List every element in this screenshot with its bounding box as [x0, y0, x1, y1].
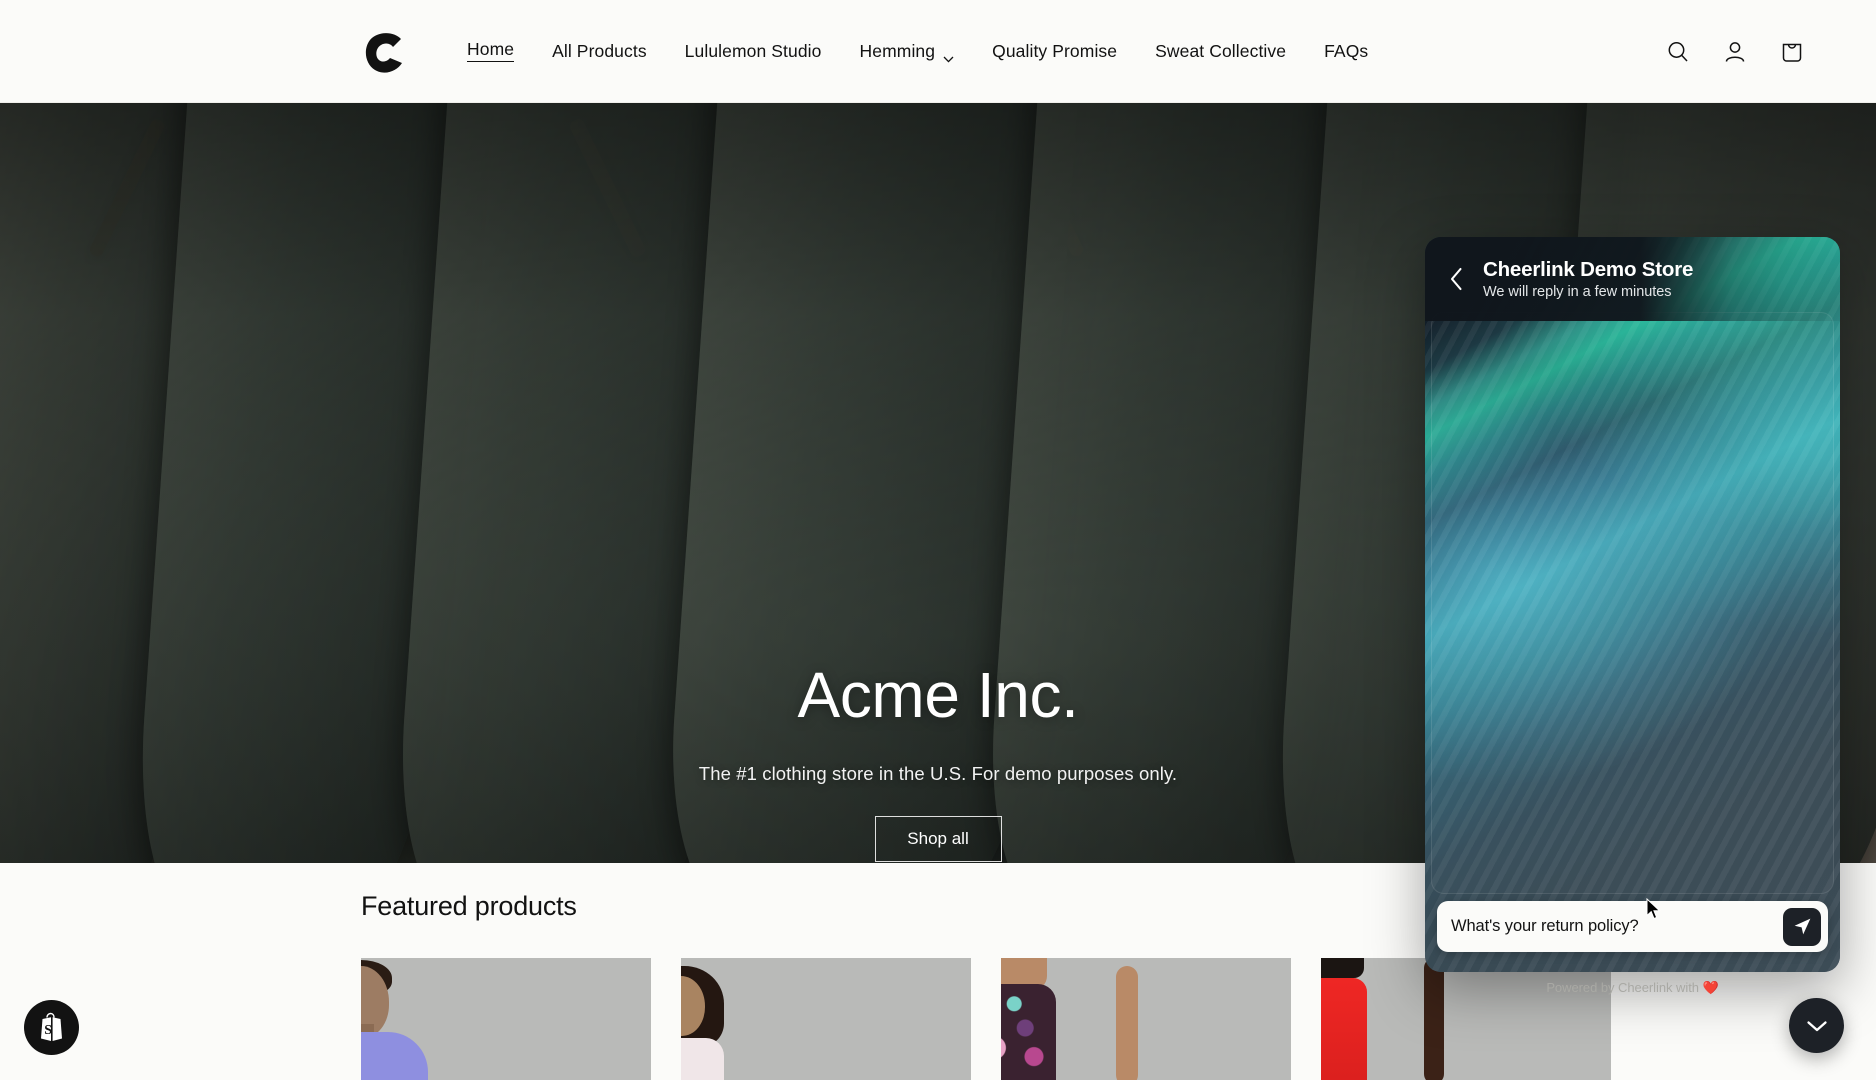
nav-item-label: Sweat Collective [1155, 40, 1287, 61]
heart-icon: ❤️ [1702, 980, 1719, 995]
chat-header: Cheerlink Demo Store We will reply in a … [1425, 237, 1840, 321]
chat-message-input[interactable] [1451, 917, 1783, 936]
chevron-down-icon [943, 49, 954, 63]
send-paper-plane-icon [1794, 918, 1810, 935]
product-image [1001, 958, 1146, 1080]
chat-header-titles: Cheerlink Demo Store We will reply in a … [1483, 258, 1693, 301]
site-header: Home All Products Lululemon Studio Hemmi… [0, 0, 1876, 103]
nav-item-quality-promise[interactable]: Quality Promise [973, 40, 1136, 61]
nav-item-sweat-collective[interactable]: Sweat Collective [1136, 40, 1305, 61]
chat-powered-by: Powered by Cheerlink with ❤️ [1425, 980, 1840, 996]
chat-minimize-button[interactable] [1789, 998, 1844, 1053]
shopify-bag-icon: S [40, 1012, 62, 1041]
page-root: Home All Products Lululemon Studio Hemmi… [0, 0, 1876, 1080]
logo-c-icon [365, 33, 402, 73]
powered-by-text: Powered by Cheerlink with [1546, 980, 1703, 995]
product-image [1321, 958, 1466, 1080]
product-card[interactable] [361, 958, 651, 1080]
shop-all-button[interactable]: Shop all [874, 816, 1002, 862]
product-image [361, 958, 506, 1080]
featured-products-title: Featured products [361, 891, 577, 921]
nav-item-label: FAQs [1324, 40, 1369, 61]
product-card[interactable] [1321, 958, 1611, 1080]
main-nav: Home All Products Lululemon Studio Hemmi… [448, 0, 1387, 103]
product-image [681, 958, 826, 1080]
hero-title: Acme Inc. [797, 659, 1079, 731]
nav-item-label: All Products [552, 40, 647, 61]
send-message-button[interactable] [1783, 907, 1821, 946]
product-card[interactable] [681, 958, 971, 1080]
chevron-down-icon [1806, 1020, 1827, 1031]
nav-item-label: Quality Promise [992, 40, 1118, 61]
svg-text:S: S [44, 1023, 52, 1038]
shopify-badge-button[interactable]: S [24, 1000, 79, 1055]
chat-reply-status: We will reply in a few minutes [1483, 284, 1672, 301]
search-icon[interactable] [1664, 38, 1692, 66]
chat-input-bar [1437, 901, 1828, 952]
header-icon-group [1664, 0, 1806, 103]
site-logo[interactable] [359, 28, 409, 76]
product-card[interactable] [1001, 958, 1291, 1080]
product-grid [361, 958, 1611, 1080]
account-icon[interactable] [1721, 38, 1749, 66]
nav-item-lululemon-studio[interactable]: Lululemon Studio [666, 40, 841, 61]
nav-item-all-products[interactable]: All Products [533, 40, 666, 61]
nav-item-hemming[interactable]: Hemming [841, 40, 974, 63]
chat-widget-panel: Cheerlink Demo Store We will reply in a … [1425, 237, 1840, 972]
nav-item-label: Hemming [859, 40, 936, 61]
chat-back-button[interactable] [1441, 262, 1471, 296]
nav-item-faqs[interactable]: FAQs [1305, 40, 1387, 61]
cart-icon[interactable] [1778, 38, 1806, 66]
nav-item-label: Lululemon Studio [684, 40, 822, 61]
chevron-left-icon [1450, 267, 1462, 291]
chat-store-name: Cheerlink Demo Store [1483, 257, 1694, 281]
nav-item-label: Home [467, 40, 515, 63]
hero-subtitle: The #1 clothing store in the U.S. For de… [698, 763, 1178, 784]
nav-item-home[interactable]: Home [448, 40, 533, 63]
chat-message-list[interactable] [1431, 312, 1834, 894]
